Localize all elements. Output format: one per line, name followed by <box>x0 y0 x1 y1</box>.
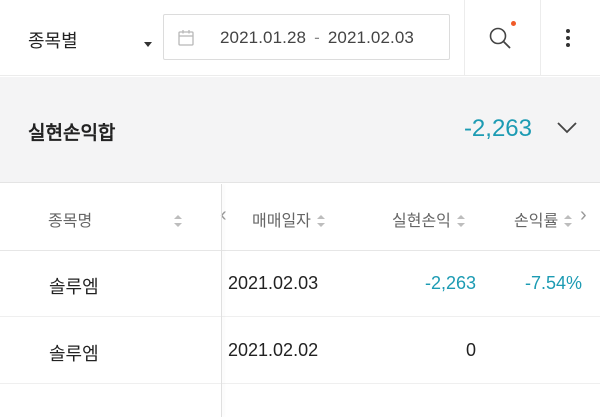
caret-down-icon <box>144 42 152 47</box>
fixed-column-divider <box>221 184 222 417</box>
header-pnl[interactable]: 실현손익 <box>392 207 465 231</box>
search-icon <box>489 27 511 49</box>
group-by-label: 종목별 <box>28 31 78 51</box>
sort-icon <box>316 214 325 227</box>
trades-table: 종목명 ‹ 매매일자 실현손익 손익률 › 솔루엠 2021.02.03 -2,… <box>0 184 600 417</box>
table-row[interactable]: 솔루엠 2021.02.03 -2,263 -7.54% <box>0 251 600 317</box>
calendar-icon <box>178 30 194 46</box>
row-stock-name: 솔루엠 <box>49 344 99 364</box>
more-vertical-icon-dot <box>566 29 570 33</box>
sort-icon <box>564 214 573 227</box>
row-pnl-rate: -7.54% <box>524 273 582 293</box>
table-header: 종목명 ‹ 매매일자 실현손익 손익률 › <box>0 184 600 251</box>
row-realized-pnl: -2,263 <box>424 273 476 293</box>
divider <box>464 0 465 76</box>
date-separator: - <box>314 28 320 47</box>
group-by-dropdown[interactable]: 종목별 <box>0 8 160 68</box>
header-name[interactable]: 종목명 <box>48 207 183 231</box>
more-vertical-icon-dot <box>566 36 570 40</box>
header-pnl-label: 실현손익 <box>392 213 451 230</box>
date-range-picker[interactable]: 2021.01.28-2021.02.03 <box>163 14 450 60</box>
divider <box>540 0 541 76</box>
row-trade-date: 2021.02.03 <box>228 273 319 293</box>
row-trade-date: 2021.02.02 <box>228 340 319 360</box>
summary-title: 실현손익합 <box>28 123 116 144</box>
more-vertical-icon-dot <box>566 43 570 47</box>
header-date-label: 매매일자 <box>252 213 311 230</box>
header-name-label: 종목명 <box>48 213 93 230</box>
date-end: 2021.02.03 <box>327 28 414 47</box>
header-date[interactable]: 매매일자 <box>252 207 325 231</box>
more-options-button[interactable] <box>546 16 590 60</box>
date-start: 2021.01.28 <box>220 28 307 47</box>
sort-icon <box>174 214 183 227</box>
row-stock-name: 솔루엠 <box>49 277 99 297</box>
realized-pnl-summary[interactable]: 실현손익합 -2,263 <box>0 77 600 183</box>
chevron-down-icon[interactable] <box>556 121 578 135</box>
header-rate-label: 손익률 <box>514 213 559 230</box>
summary-value: -2,263 <box>463 115 532 142</box>
chevron-right-icon[interactable]: › <box>580 204 587 227</box>
row-realized-pnl: 0 <box>465 340 476 360</box>
search-button[interactable] <box>472 16 532 60</box>
sort-icon <box>456 214 465 227</box>
date-range-text: 2021.01.28-2021.02.03 <box>220 28 414 48</box>
filter-bar: 종목별 2021.01.28-2021.02.03 <box>0 0 600 76</box>
header-rate[interactable]: 손익률 <box>514 207 573 231</box>
notification-dot <box>511 21 516 26</box>
table-row[interactable]: 솔루엠 2021.02.02 0 <box>0 318 600 384</box>
